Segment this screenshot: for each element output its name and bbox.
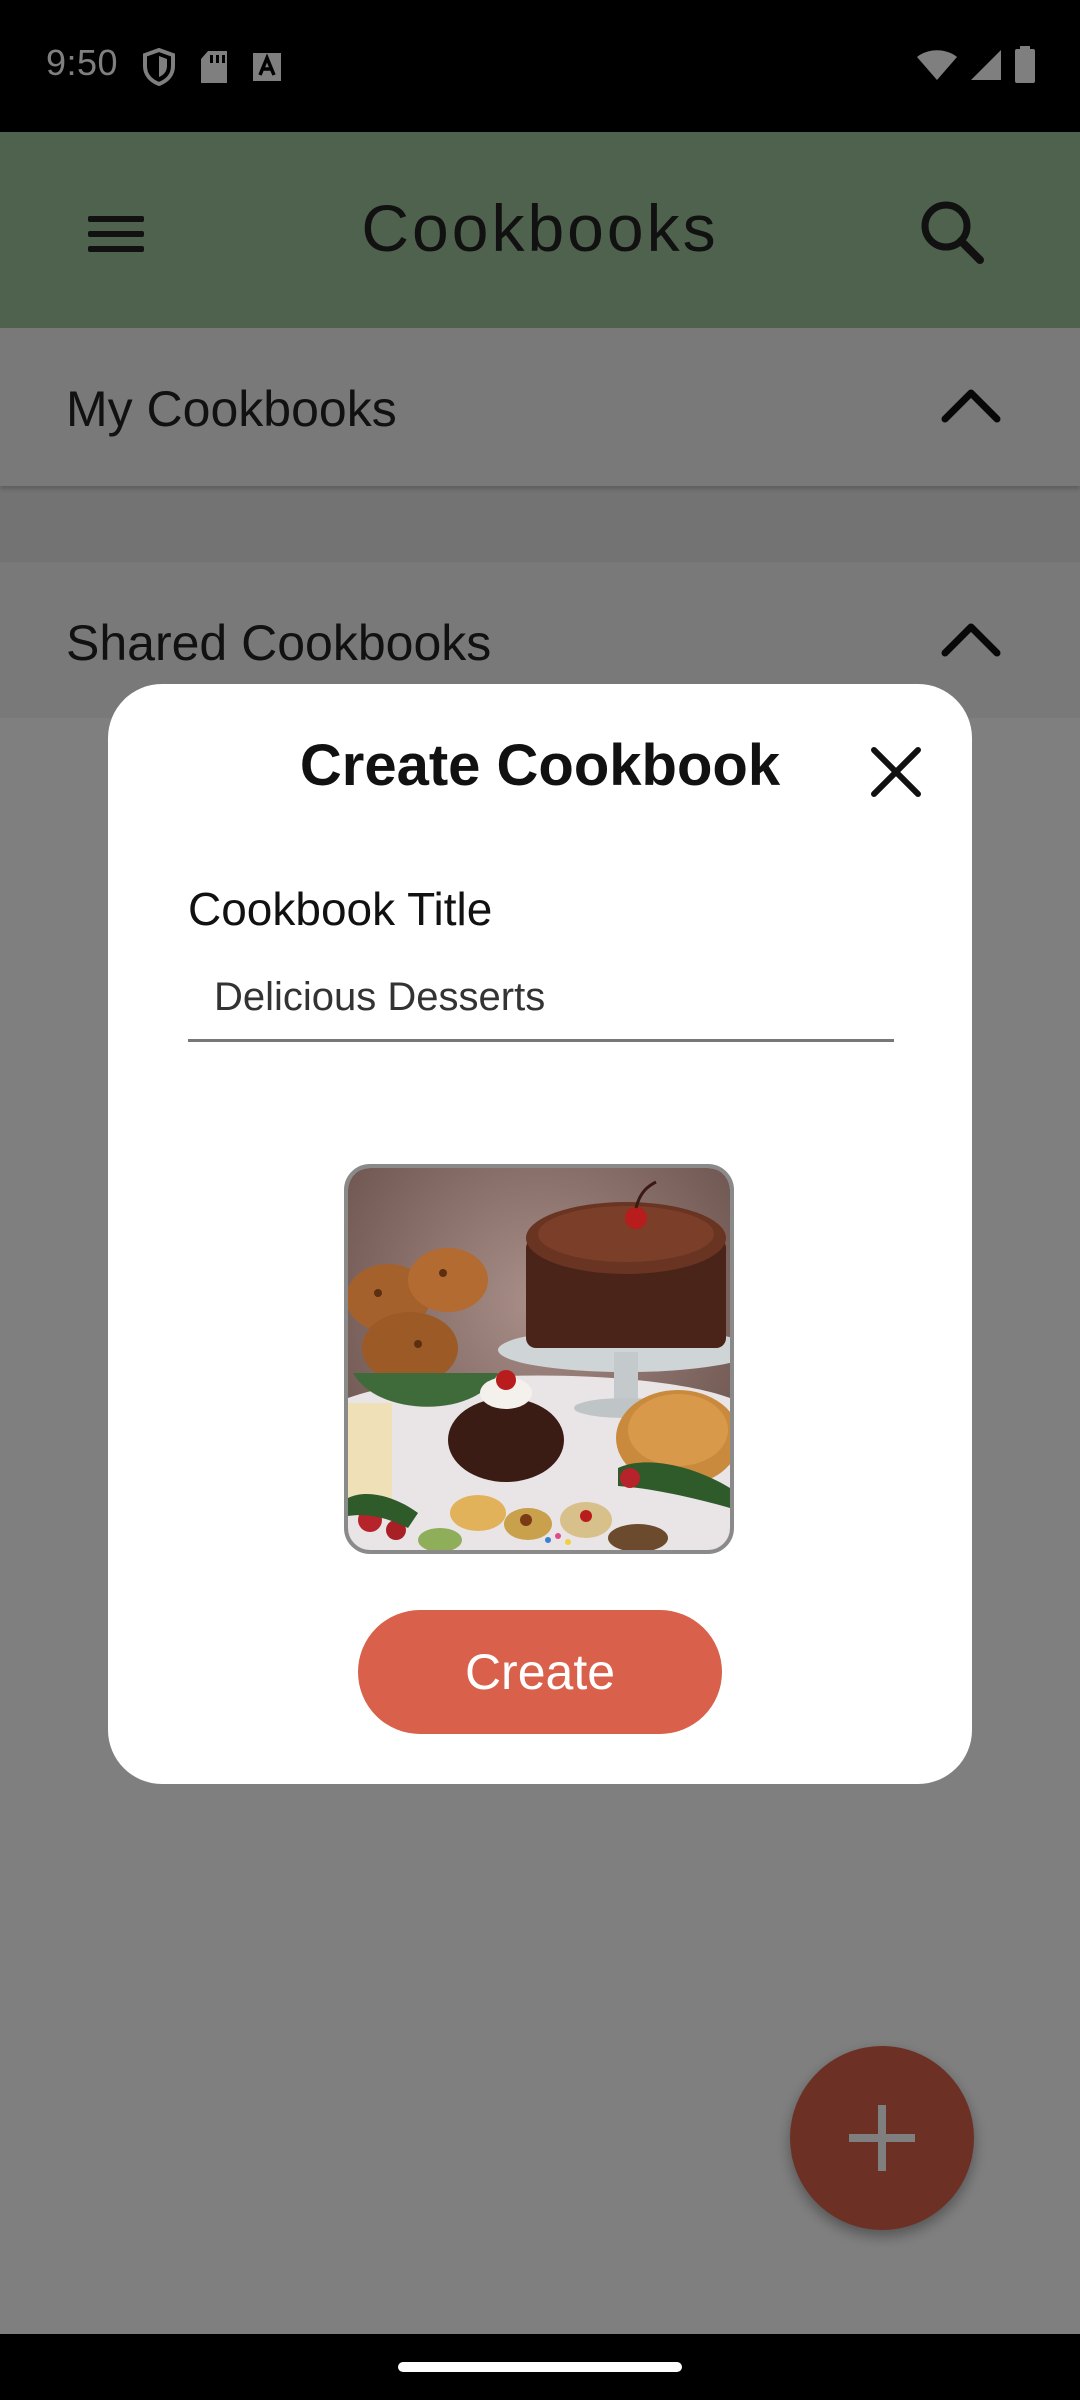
cookbook-title-input[interactable] bbox=[188, 956, 894, 1042]
app-screen: 9:50 bbox=[0, 0, 1080, 2400]
close-button[interactable] bbox=[864, 740, 928, 804]
navigation-bar bbox=[0, 2334, 1080, 2400]
dialog-title: Create Cookbook bbox=[299, 733, 781, 798]
create-cookbook-dialog: Create Cookbook Cookbook Title Delicious… bbox=[108, 684, 972, 1784]
home-indicator[interactable] bbox=[398, 2362, 682, 2372]
close-icon bbox=[871, 747, 921, 797]
create-button[interactable]: Create bbox=[358, 1610, 722, 1734]
cookbook-title-label: Cookbook Title bbox=[188, 883, 493, 935]
dessert-cover-image bbox=[348, 1168, 730, 1550]
cookbook-cover-image[interactable] bbox=[344, 1164, 734, 1554]
